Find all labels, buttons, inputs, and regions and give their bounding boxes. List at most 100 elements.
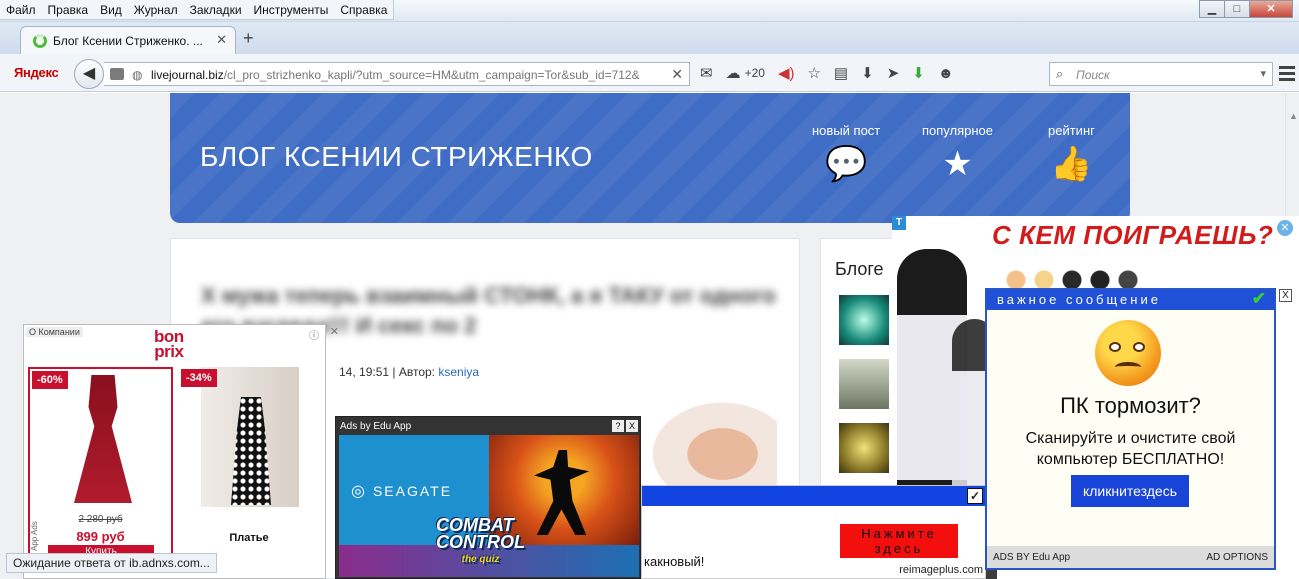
seagate-text: SEAGATE (372, 483, 453, 499)
ad-text: какновый! (644, 554, 705, 569)
app-ads-label: App Ads (30, 521, 39, 551)
sidebar-thumbnail[interactable] (839, 423, 889, 473)
url-clear-icon[interactable]: ✕ (671, 66, 683, 83)
click-here-button[interactable]: кликнитездесь (1071, 475, 1189, 507)
chevron-down-icon[interactable]: ▾ (1260, 67, 1266, 80)
nav-label: новый пост (812, 123, 881, 138)
mail-icon[interactable]: ✉ (700, 64, 713, 82)
help-icon[interactable]: ? (612, 420, 624, 432)
sidebar-thumbnail[interactable] (839, 359, 889, 409)
menu-tools[interactable]: Инструменты (248, 0, 335, 19)
new-tab-button[interactable]: + (243, 28, 254, 49)
ad-title-bar: важное сообщение (987, 290, 1274, 310)
game-subtitle: the quiz (461, 554, 500, 565)
info-icon[interactable]: ⓘ (309, 327, 319, 342)
blog-title[interactable]: БЛОГ КСЕНИИ СТРИЖЕНКО (200, 141, 593, 173)
mouth (1115, 362, 1141, 372)
close-icon[interactable]: ✕ (330, 325, 339, 338)
nav-label: популярное (922, 123, 994, 138)
menu-edit[interactable]: Правка (42, 0, 95, 19)
sidebar-thumbnail[interactable] (839, 295, 889, 345)
nav-popular[interactable]: популярное ★ (922, 123, 993, 184)
url-text[interactable]: livejournal.biz/cl_pro_strizhenko_kapli/… (151, 68, 640, 82)
bookmark-star-icon[interactable]: ☆ (807, 64, 820, 82)
close-icon[interactable]: ✕ (1277, 220, 1293, 236)
smiley-icon[interactable]: ☻ (938, 65, 954, 82)
product-card[interactable]: -34% Платье (179, 367, 319, 562)
close-window-button[interactable]: ✕ (1249, 0, 1293, 18)
sidebar-heading: Блоге (835, 259, 884, 279)
back-arrow-icon: ◀ (82, 65, 96, 82)
article-meta: 14, 19:51 | Автор: kseniya (339, 365, 479, 379)
ad-title: важное сообщение (997, 292, 1161, 307)
click-here-button[interactable]: Нажмите здесь (840, 524, 958, 558)
ad-text-line: компьютер БЕСПЛАТНО! (1036, 451, 1225, 468)
weather-count[interactable]: +20 (745, 66, 765, 80)
nav-rating[interactable]: рейтинг 👍 (1048, 123, 1095, 184)
author-prefix: | Автор: (392, 365, 435, 379)
ad-question: ПК тормозит? (1060, 393, 1201, 418)
search-box[interactable]: ⌕ Поиск ▾ (1049, 62, 1273, 86)
window-controls: ▁ □ ✕ (1199, 0, 1293, 18)
discount-badge: -34% (181, 369, 217, 387)
reimage-ad[interactable]: ✓ Нажмите здесь какновый! reimageplus.com (641, 485, 986, 579)
maximize-button[interactable]: □ (1224, 0, 1250, 18)
url-bar[interactable]: ◍ livejournal.biz/cl_pro_strizhenko_kapl… (104, 62, 690, 86)
about-company-link[interactable]: О Компании (26, 327, 83, 337)
ad-domain[interactable]: reimageplus.com (899, 564, 983, 576)
weather-icon[interactable]: ☁ (726, 64, 741, 82)
menu-icon[interactable] (1279, 66, 1295, 84)
minimize-button[interactable]: ▁ (1199, 0, 1225, 18)
search-icon: ⌕ (1056, 66, 1064, 81)
menu-help[interactable]: Справка (334, 0, 393, 19)
url-host: livejournal.biz (151, 68, 224, 82)
menu-view[interactable]: Вид (94, 0, 128, 19)
checkmark-icon[interactable]: ✔ (1252, 289, 1266, 309)
thumbs-up-icon: 👍 (1050, 145, 1093, 183)
ads-by-label[interactable]: ADS BY Edu App (993, 552, 1070, 563)
checkbox[interactable]: ✓ (967, 488, 983, 504)
nav-label: рейтинг (1048, 123, 1095, 138)
menu-history[interactable]: Журнал (128, 0, 184, 19)
product-card[interactable]: -60% 2 280 руб 899 руб Купить (28, 367, 173, 562)
menu-bookmarks[interactable]: Закладки (184, 0, 248, 19)
search-placeholder: Поиск (1076, 68, 1110, 82)
bonprix-ad[interactable]: О Компании bon prix ⓘ ✕ -60% 2 280 руб 89… (23, 324, 339, 579)
volume-icon[interactable]: ◀) (778, 64, 795, 82)
ad-title-bar (642, 486, 985, 506)
edu-app-ad[interactable]: Ads by Edu App ? X ◎ SEAGATE COMBAT CONTR… (335, 416, 641, 579)
back-button[interactable]: ◀ (74, 59, 104, 89)
article-date: 14, 19:51 (339, 365, 390, 379)
reading-list-icon[interactable]: ▤ (834, 64, 848, 82)
fighter-silhouette (534, 450, 589, 535)
download-icon[interactable]: ⬇ (861, 64, 874, 82)
tab-title: Блог Ксении Стриженко. ... (53, 34, 203, 48)
send-icon[interactable]: ➤ (887, 64, 900, 82)
game-title-line: CONTROL (436, 532, 525, 552)
article-photo[interactable] (641, 394, 777, 494)
tab-blog[interactable]: Блог Ксении Стриженко. ... ✕ (20, 26, 236, 54)
seagate-logo: ◎ SEAGATE (351, 481, 452, 501)
polka-dress-image (201, 367, 299, 507)
close-icon[interactable]: X (626, 420, 638, 432)
ad-title: Ads by Edu App (340, 421, 412, 432)
page-info-icon[interactable] (110, 68, 124, 80)
bonprix-logo[interactable]: bon prix (154, 328, 184, 360)
old-price: 2 280 руб (78, 514, 123, 525)
scroll-up-icon[interactable]: ▲ (1289, 111, 1298, 121)
price: 899 руб (76, 529, 125, 544)
pc-slow-ad[interactable]: важное сообщение ✔ ПК тормозит? Сканируй… (985, 288, 1276, 570)
tab-bar: Блог Ксении Стриженко. ... ✕ (0, 22, 1299, 54)
menu-list: Файл Правка Вид Журнал Закладки Инструме… (0, 0, 395, 20)
tab-close-icon[interactable]: ✕ (216, 32, 227, 48)
green-download-icon[interactable]: ⬇ (912, 64, 925, 82)
ad-text: Сканируйте и очистите свой компьютер БЕСП… (987, 428, 1274, 470)
menu-file[interactable]: Файл (0, 0, 42, 19)
button-line: здесь (874, 541, 924, 556)
ad-controls: ? X (610, 420, 638, 432)
close-icon[interactable]: X (1279, 289, 1292, 302)
nav-new-post[interactable]: новый пост 💬 (812, 123, 880, 184)
author-link[interactable]: kseniya (438, 365, 479, 379)
ad-options-link[interactable]: AD OPTIONS (1206, 552, 1268, 563)
yandex-logo[interactable]: Яндекс (14, 65, 59, 80)
